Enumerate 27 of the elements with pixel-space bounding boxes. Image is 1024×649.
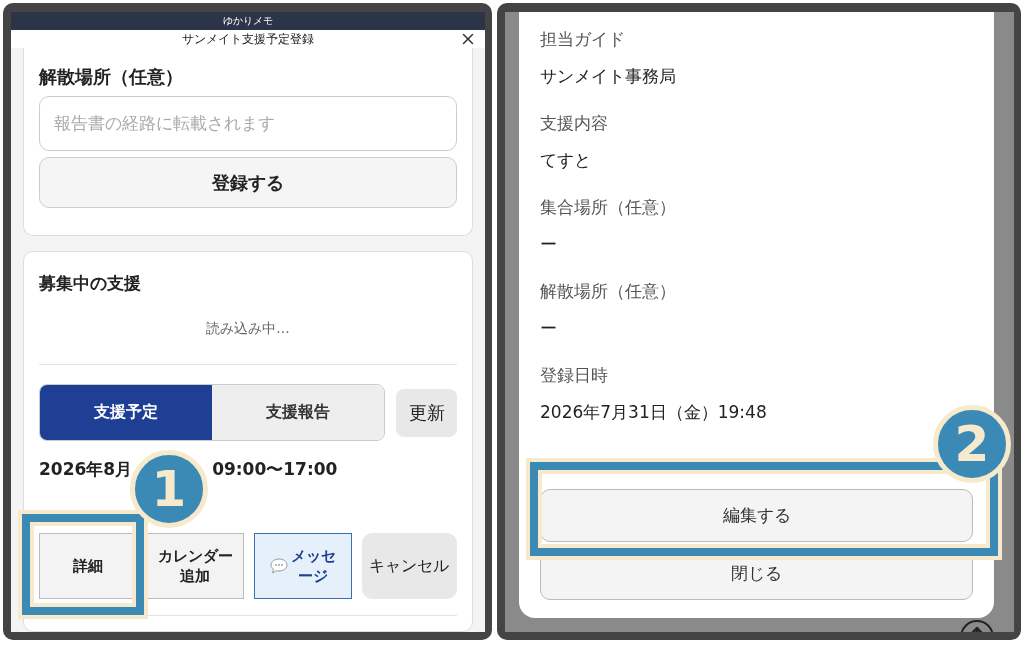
refresh-button[interactable]: 更新 xyxy=(396,388,457,437)
action-button[interactable]: カレンダー 追加 xyxy=(146,533,244,599)
field-value: てすと xyxy=(540,149,592,172)
register-button[interactable]: 登録する xyxy=(39,157,457,208)
field-value: サンメイト事務局 xyxy=(540,65,677,88)
field-label: 集合場所（任意） xyxy=(540,196,677,219)
tab[interactable]: 支援報告 xyxy=(212,385,385,440)
action-button[interactable]: メッセ ージ xyxy=(254,533,352,599)
input-field[interactable]: 報告書の経路に転載されます xyxy=(39,96,457,151)
field-label: 担当ガイド xyxy=(540,28,626,51)
schedule-time: 09:00〜17:00 xyxy=(212,458,338,481)
field-value: 2026年7月31日（金）19:48 xyxy=(540,401,768,424)
dialog-title: サンメイト支援予定登録 xyxy=(182,30,314,48)
section-title: 募集中の支援 xyxy=(39,272,142,295)
modal-button[interactable]: 編集する xyxy=(540,489,973,542)
field-label: 解散場所（任意） xyxy=(39,66,184,88)
speech-bubble-icon xyxy=(269,558,288,574)
field-value: ー xyxy=(540,233,558,256)
field-label: 登録日時 xyxy=(540,364,609,387)
schedule-date: 2026年8月 xyxy=(39,458,133,481)
app-title: ゆかりメモ xyxy=(11,12,485,30)
tab[interactable]: 支援予定 xyxy=(40,385,213,440)
field-label: 支援内容 xyxy=(540,112,609,135)
field-value: ー xyxy=(540,317,558,340)
action-button[interactable]: キャンセル xyxy=(361,533,457,599)
field-label: 解散場所（任意） xyxy=(540,280,677,303)
loading-text: 読み込み中... xyxy=(206,320,290,338)
